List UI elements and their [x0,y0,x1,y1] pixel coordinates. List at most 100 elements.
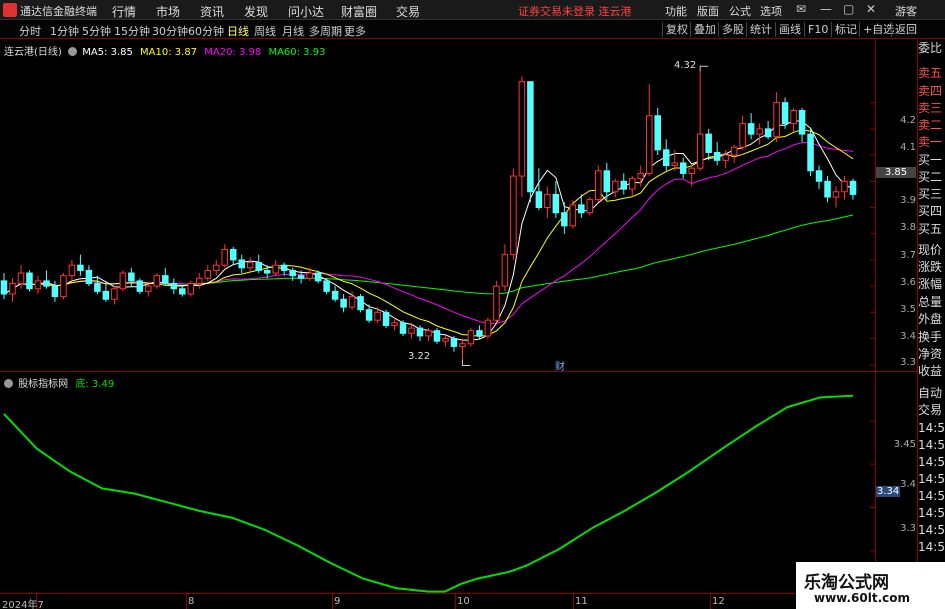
candle-body [662,149,670,167]
candle-body [713,151,721,161]
candle-body [331,290,339,300]
candle-body [289,269,296,277]
indicator-settings-icon[interactable] [4,379,13,388]
rp-buy5: 买五 [918,222,943,236]
candle-body [637,172,645,180]
candle-body [425,330,432,337]
indicator-value: 底: 3.49 [75,379,115,390]
candle-body [255,262,262,271]
candle-body [128,272,135,282]
candle-body [280,264,288,271]
rp-auto[interactable]: 自动 [918,386,945,400]
candle-body [510,175,517,256]
ma5-value: MA5: 3.85 [82,47,133,58]
candle-body [832,191,840,198]
rp-buy2: 买二 [918,170,943,184]
rp-time: 14:56 [918,455,945,469]
candle-body [781,102,789,125]
ma60-value: MA60: 3.93 [268,47,326,58]
indicator-current-tag: 3.34 [876,486,900,497]
rp-buy4: 买四 [918,204,943,218]
rp-trade[interactable]: 交易 [918,403,945,417]
candle-body [442,338,449,342]
x-label-dec: 12 [712,596,725,607]
current-price-tag: 3.85 [876,167,916,178]
candle-body [60,275,67,298]
candle-body [688,167,695,174]
candle-body [790,110,797,125]
x-label-oct: 10 [457,596,470,607]
candle-body [34,280,42,290]
candle-body [849,180,857,195]
candle-body [416,327,424,337]
price-tick: 3.6 [900,277,916,288]
candle-body [620,180,628,190]
candle-body [382,311,390,326]
pane-divider [0,371,918,372]
candle-body [145,285,152,292]
low-marker-line [461,359,471,367]
rp-price: 现价 [918,243,943,257]
candle-body [272,264,279,274]
price-tick: 4.2 [900,115,916,126]
candle-body [705,133,712,153]
candle-body [561,212,568,227]
candle-body [187,283,195,295]
candle-body [238,259,245,269]
candle-body [9,283,16,295]
candle-body [357,296,364,311]
candle-body [348,296,356,308]
candle-body [111,288,118,300]
rp-earnings: 收益 [918,364,943,378]
candle-body [484,319,492,337]
rp-time: 14:56 [918,489,945,503]
stock-title[interactable]: 连云港(日线) [4,47,62,58]
candle-body [629,178,636,190]
candle-body [739,123,746,148]
candle-body [340,298,347,308]
candle-body [77,264,84,271]
indicator-info-bar: 股标指标网 底: 3.49 [4,375,114,390]
rp-sell4: 卖四 [918,84,943,98]
candle-body [493,285,500,321]
candle-body [85,269,93,285]
candle-body [246,262,254,269]
indicator-title[interactable]: 股标指标网 [18,379,68,390]
ma20-value: MA20: 3.98 [204,47,262,58]
price-tick: 3.3 [900,357,916,368]
price-tick: 4.1 [900,142,916,153]
settings-dot-icon[interactable] [68,47,77,56]
rp-outer: 外盘 [918,312,943,326]
candle-body [263,269,271,274]
finance-event-marker[interactable]: 财 [555,358,565,373]
candle-body [815,170,823,182]
candle-body [569,204,577,227]
high-marker-line [699,65,709,72]
watermark-url: www.60lt.com [814,591,911,605]
indicator-tick: 3.45 [893,439,916,450]
candle-body [654,115,661,151]
watermark: 乐淘公式网 www.60lt.com [796,562,945,609]
candle-body [179,288,186,295]
candle-body [170,283,178,290]
candle-body [518,81,526,177]
candle-body [196,277,203,285]
candle-body [671,162,678,167]
candle-body [730,146,738,156]
candle-body [756,128,763,135]
candle-body [26,272,33,290]
candle-body [645,115,653,174]
chart-canvas[interactable] [0,0,945,609]
candle-body [603,170,611,193]
rp-volume: 总量 [918,295,943,309]
rp-sell1: 卖一 [918,135,943,149]
candle-body [408,327,415,334]
candle-body [365,309,373,321]
rp-time: 14:56 [918,523,945,537]
candle-body [68,264,76,277]
candle-body [578,204,585,214]
candle-body [306,272,313,279]
candle-body [595,170,602,201]
rp-sell2: 卖二 [918,118,943,132]
x-label-jul: 2024年7 [2,600,44,609]
